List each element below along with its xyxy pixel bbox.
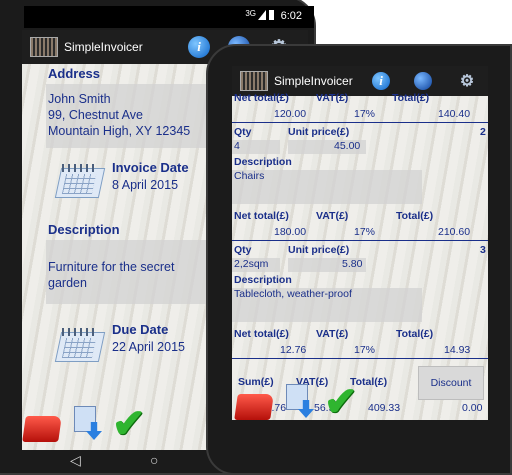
due-date-label: Due Date bbox=[112, 322, 168, 337]
unit-price-label: Unit price(£) bbox=[288, 126, 349, 138]
folder-icon[interactable] bbox=[24, 404, 64, 444]
nav-home-icon[interactable]: ○ bbox=[150, 452, 158, 467]
net-total-label-partial: Net total(£) bbox=[234, 92, 289, 104]
unit-price-value-3: 5.80 bbox=[342, 258, 362, 270]
unit-price-label-3: Unit price(£) bbox=[288, 244, 349, 256]
download-icon[interactable] bbox=[68, 404, 108, 444]
invoice-date-value[interactable]: 8 April 2015 bbox=[112, 178, 178, 192]
battery-icon bbox=[269, 10, 274, 20]
signal-icon bbox=[258, 10, 266, 20]
download-icon-2[interactable] bbox=[280, 382, 320, 420]
divider bbox=[232, 240, 488, 241]
check-icon-2[interactable]: ✔ bbox=[324, 382, 364, 420]
vat-pct-value-1: 17% bbox=[354, 108, 375, 120]
gear-icon-2[interactable]: ⚙ bbox=[456, 70, 478, 92]
info-icon-2[interactable]: i bbox=[372, 72, 390, 90]
description-value-3: Tablecloth, weather-proof bbox=[234, 288, 352, 300]
total-label-3: Total(£) bbox=[396, 328, 433, 340]
total-value-3: 14.93 bbox=[444, 344, 470, 356]
net-total-value-3: 12.76 bbox=[280, 344, 306, 356]
folder-icon-2[interactable] bbox=[236, 382, 276, 420]
vat-pct-value-3: 17% bbox=[354, 344, 375, 356]
bottom-toolbar-2: ✔ bbox=[236, 382, 488, 420]
vat-pct-value-2: 17% bbox=[354, 226, 375, 238]
address-line-street: 99, Chestnut Ave bbox=[48, 108, 143, 122]
net-total-label-3: Net total(£) bbox=[234, 328, 289, 340]
description-label-3: Description bbox=[234, 274, 292, 286]
check-icon[interactable]: ✔ bbox=[112, 404, 152, 444]
description-label: Description bbox=[48, 222, 120, 237]
signal-indicator: 3G bbox=[245, 9, 256, 18]
address-line-name: John Smith bbox=[48, 92, 111, 106]
description-label-item: Description bbox=[234, 156, 292, 168]
invoice-date-label: Invoice Date bbox=[112, 160, 189, 175]
app-title: SimpleInvoicer bbox=[64, 40, 188, 54]
calendar-icon-due[interactable] bbox=[52, 324, 106, 368]
vat-label-partial: VAT(£) bbox=[316, 92, 348, 104]
items-list: Net total(£) VAT(£) Total(£) 120.00 17% … bbox=[232, 96, 488, 420]
status-time: 6:02 bbox=[281, 10, 302, 22]
total-value-1: 140.40 bbox=[438, 108, 470, 120]
total-label: Total(£) bbox=[396, 210, 433, 222]
vat-label-3: VAT(£) bbox=[316, 328, 348, 340]
nav-back-icon[interactable]: ◁ bbox=[70, 452, 81, 467]
total-label-partial: Total(£) bbox=[392, 92, 429, 104]
app-title-2: SimpleInvoicer bbox=[274, 74, 372, 88]
screen-invoice-items: SimpleInvoicer i ⚙ Net total(£) VAT(£) T… bbox=[232, 66, 488, 420]
net-total-label: Net total(£) bbox=[234, 210, 289, 222]
due-date-value[interactable]: 22 April 2015 bbox=[112, 340, 185, 354]
description-line-2: garden bbox=[48, 276, 87, 290]
status-bar: 6:02 3G bbox=[24, 6, 314, 28]
total-value-2: 210.60 bbox=[438, 226, 470, 238]
item-index: 2 bbox=[480, 126, 486, 138]
globe-icon-2[interactable] bbox=[414, 72, 432, 90]
qty-value: 4 bbox=[234, 140, 240, 152]
divider bbox=[232, 358, 488, 359]
qty-label-3: Qty bbox=[234, 244, 252, 256]
description-value-item: Chairs bbox=[234, 170, 264, 182]
qty-label: Qty bbox=[234, 126, 252, 138]
vat-label: VAT(£) bbox=[316, 210, 348, 222]
unit-price-value: 45.00 bbox=[334, 140, 360, 152]
app-logo-icon-2 bbox=[240, 71, 268, 91]
app-logo-icon bbox=[30, 37, 58, 57]
divider bbox=[232, 122, 488, 123]
address-line-city: Mountain High, XY 12345 bbox=[48, 124, 190, 138]
info-icon[interactable]: i bbox=[188, 36, 210, 58]
calendar-icon[interactable] bbox=[52, 160, 106, 204]
item-index-3: 3 bbox=[480, 244, 486, 256]
qty-value-3: 2,2sqm bbox=[234, 258, 268, 270]
address-label: Address bbox=[48, 66, 100, 81]
net-total-value-2: 180.00 bbox=[274, 226, 306, 238]
description-line-1: Furniture for the secret bbox=[48, 260, 174, 274]
net-total-value-1: 120.00 bbox=[274, 108, 306, 120]
